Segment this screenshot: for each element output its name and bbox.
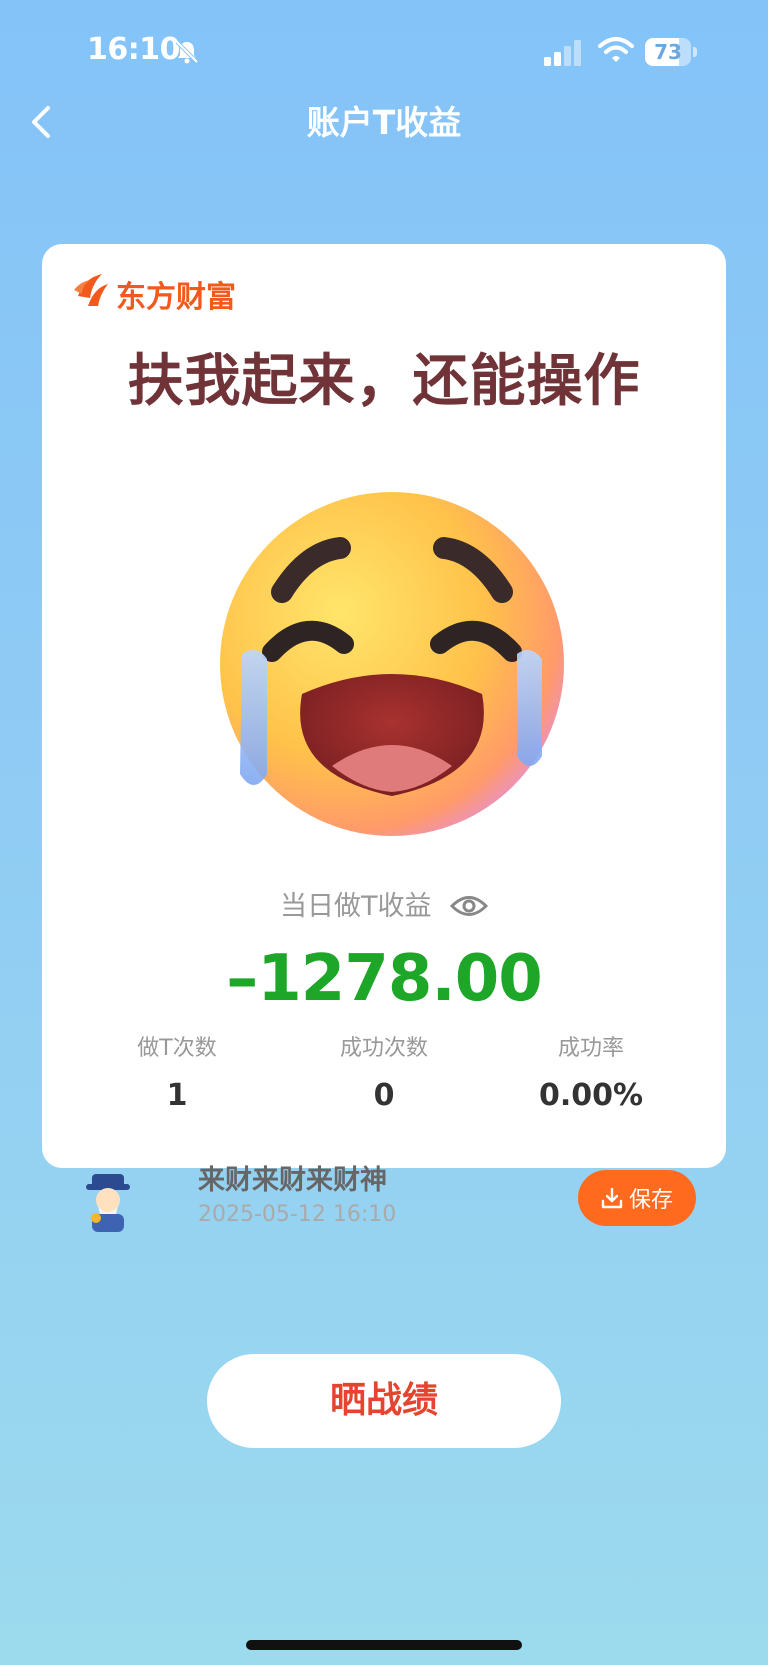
chevron-left-icon	[32, 106, 50, 138]
stat-success-rate: 成功率 0.00%	[486, 1030, 696, 1113]
avatar	[86, 1174, 130, 1232]
home-indicator[interactable]	[246, 1640, 522, 1650]
stat-value: 0.00%	[538, 1078, 644, 1113]
metric-label-row: 当日做T收益	[42, 884, 726, 923]
brand-name: 东方财富	[116, 280, 236, 315]
user-name: 来财来财来财神	[198, 1165, 387, 1196]
stat-success-count: 成功次数 0	[279, 1030, 489, 1113]
save-label: 保存	[628, 1188, 673, 1213]
stat-value: 0	[373, 1078, 395, 1113]
stats-row: 做T次数 1 成功次数 0 成功率 0.00%	[42, 1030, 726, 1120]
download-icon	[601, 1187, 623, 1209]
stat-label: 成功率	[557, 1036, 624, 1061]
bell-muted-icon	[175, 40, 199, 64]
status-time: 16:10	[87, 32, 181, 67]
save-button[interactable]: 保存	[578, 1170, 696, 1226]
brand-logo-icon	[74, 274, 108, 306]
eye-icon[interactable]	[450, 893, 489, 919]
metric-label: 当日做T收益	[279, 891, 432, 922]
stat-trade-count: 做T次数 1	[72, 1030, 282, 1113]
status-bar: 16:10 73	[0, 0, 768, 100]
cellular-signal-icon	[544, 40, 581, 66]
stat-label: 做T次数	[137, 1036, 217, 1061]
back-button[interactable]	[24, 100, 60, 144]
stat-value: 1	[166, 1078, 188, 1113]
stat-label: 成功次数	[339, 1036, 428, 1061]
headline: 扶我起来，还能操作	[127, 349, 641, 414]
wifi-icon	[598, 37, 634, 62]
battery-icon: 73	[645, 38, 697, 66]
crying-face-emoji	[220, 492, 564, 836]
metric-value: –1278.00	[226, 942, 543, 1016]
user-timestamp: 2025-05-12 16:10	[198, 1202, 397, 1227]
result-card: 东方财富 扶我起来，还能操作 当日做T收益 –1278.00 做T次数 1 成功…	[42, 244, 726, 1168]
page-title: 账户T收益	[306, 103, 462, 142]
share-results-button[interactable]: 晒战绩	[207, 1354, 561, 1448]
battery-level: 73	[654, 40, 682, 64]
